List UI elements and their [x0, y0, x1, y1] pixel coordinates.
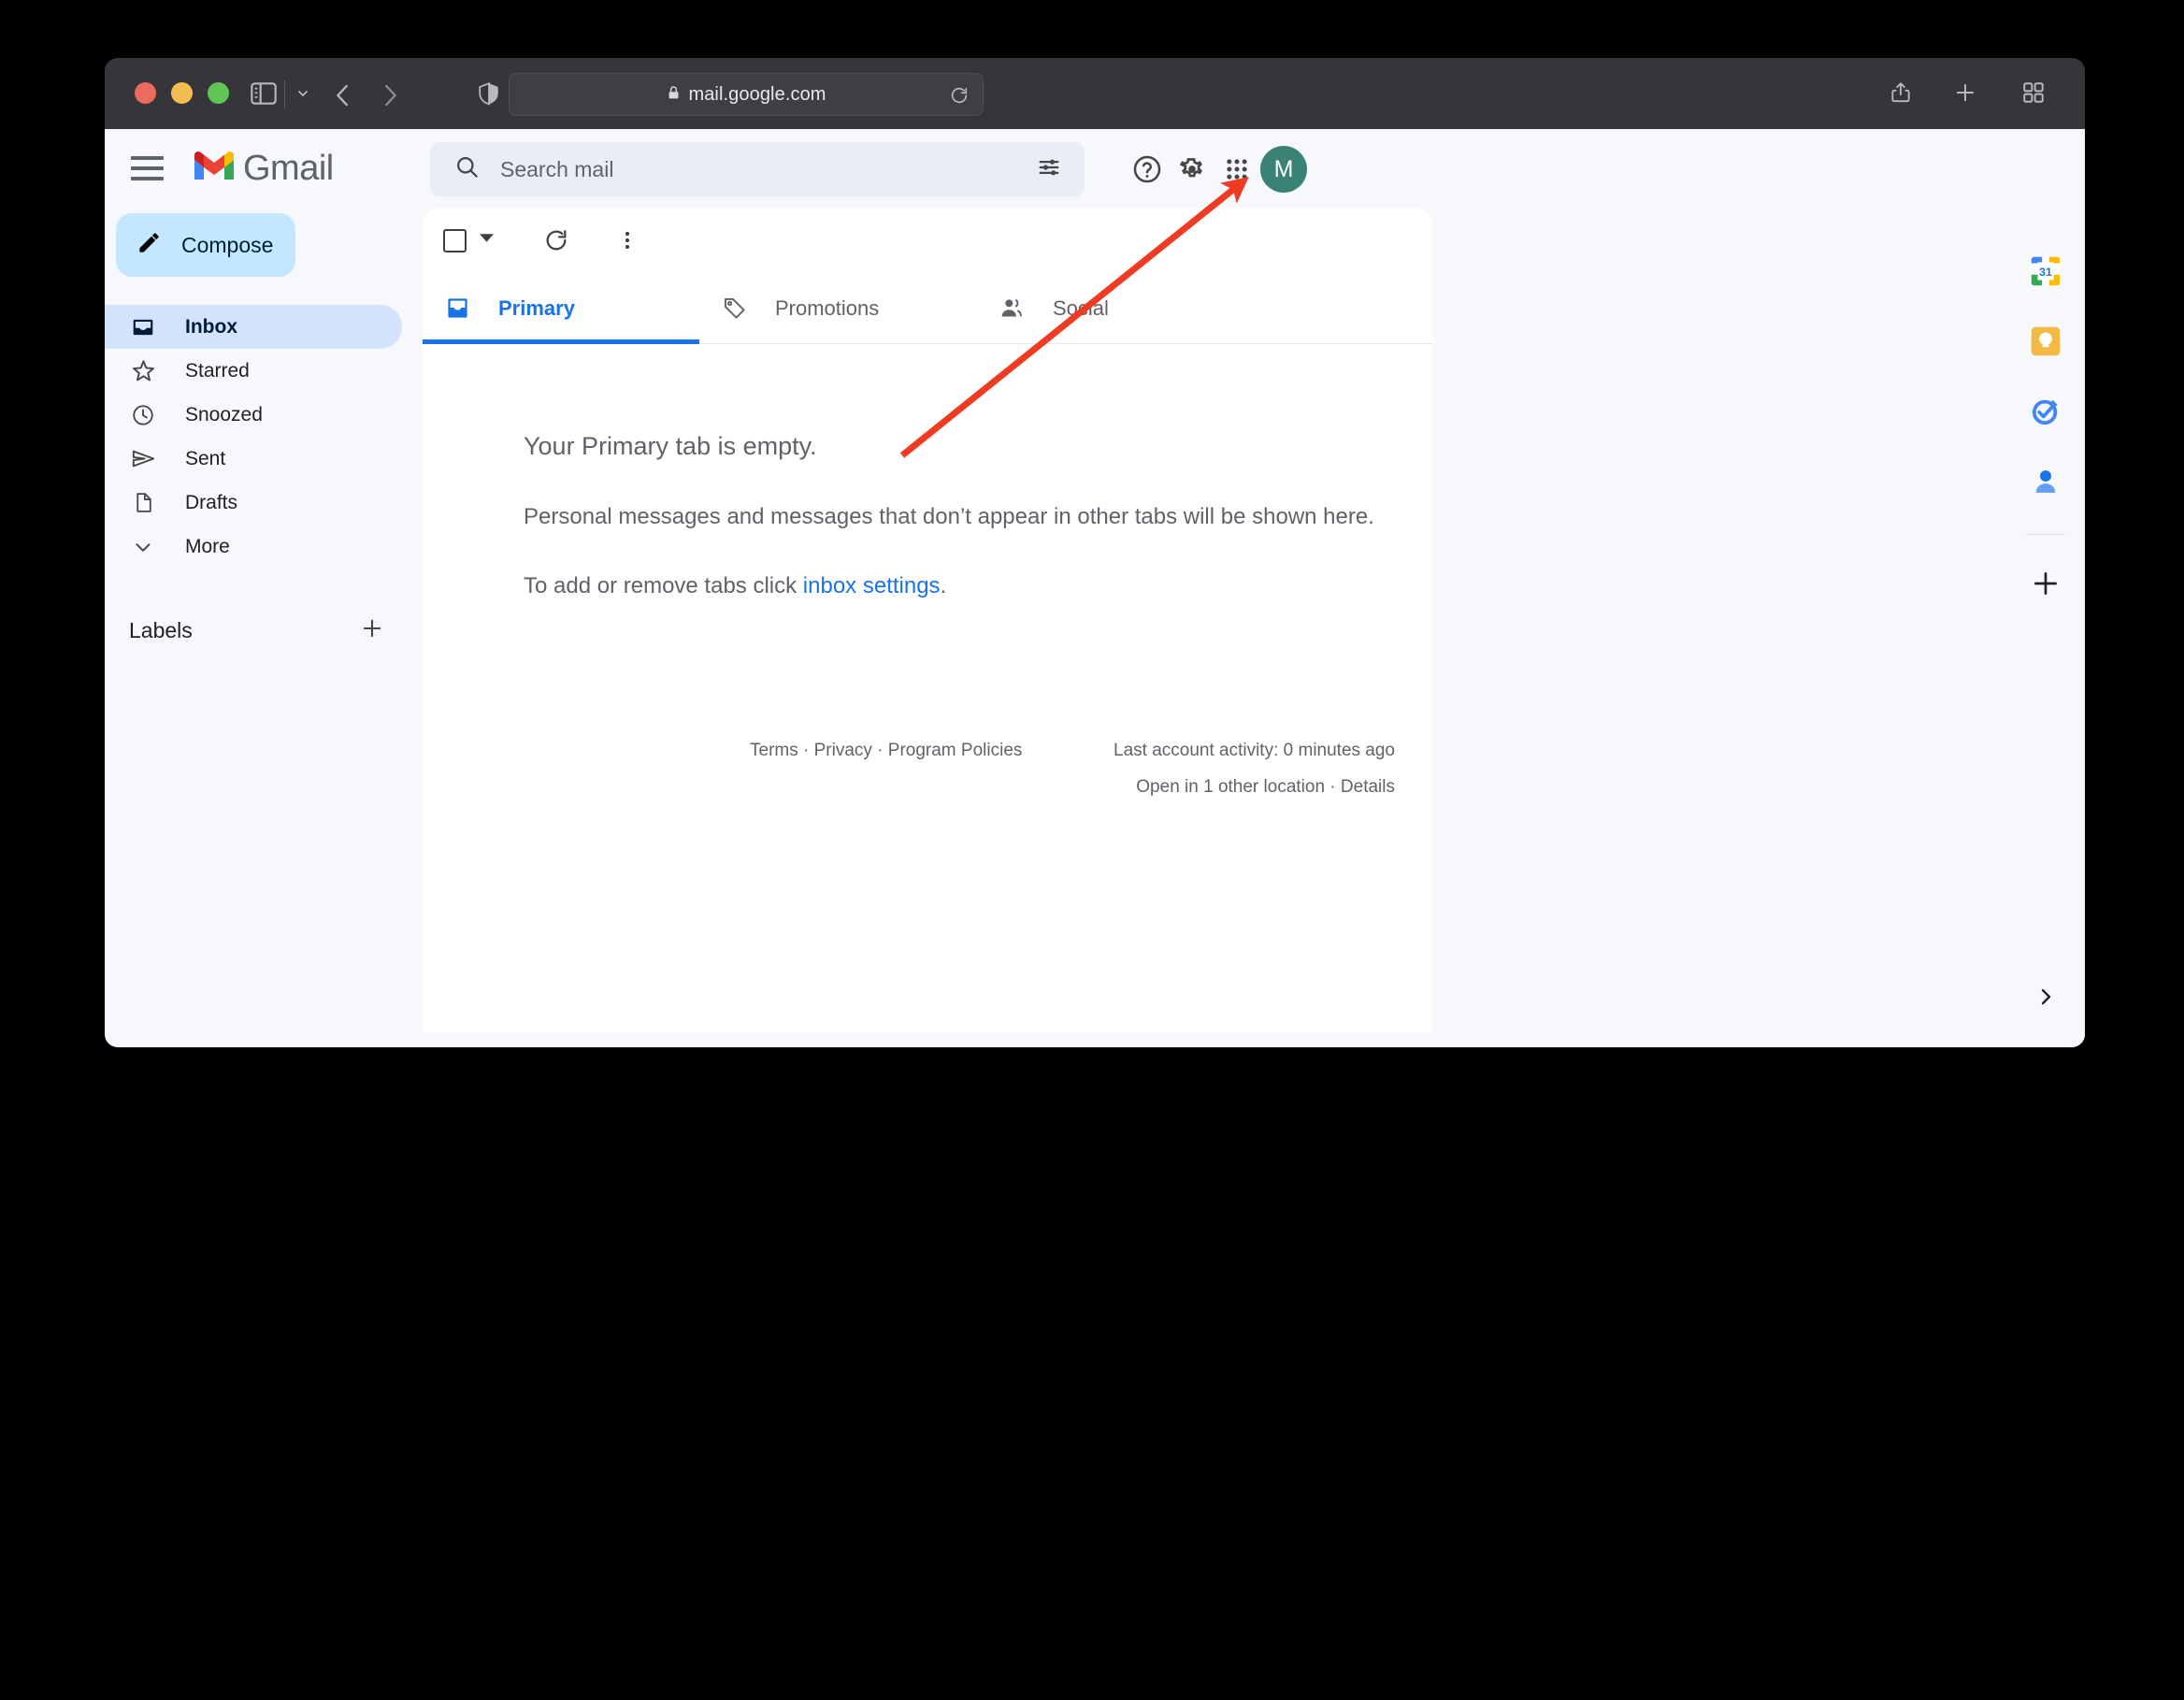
google-calendar-icon[interactable]: 31 — [2021, 247, 2070, 295]
empty-state-description: Personal messages and messages that don’… — [524, 504, 1374, 529]
empty-state-hint-prefix: To add or remove tabs click — [524, 573, 803, 598]
page-title: Gmail — [243, 149, 334, 188]
compose-label: Compose — [181, 232, 274, 257]
footer-legal-links[interactable]: Terms · Privacy · Program Policies — [750, 741, 1022, 761]
labels-title: Labels — [129, 617, 193, 642]
mail-tabs: Primary Promotions Social — [423, 273, 1432, 344]
sidebar-item-drafts[interactable]: Drafts — [105, 481, 423, 525]
empty-state: Your Primary tab is empty. Personal mess… — [423, 344, 1432, 599]
more-vertical-icon[interactable] — [616, 227, 639, 253]
sidebar-item-sent[interactable]: Sent — [105, 437, 423, 481]
tab-label: Promotions — [775, 295, 880, 320]
minimize-window-button[interactable] — [171, 82, 193, 104]
sidebar-nav: Inbox Starred Snoozed Sent Drafts More — [105, 305, 423, 569]
sidebar-item-label: More — [185, 535, 230, 557]
gmail-app: Gmail Search mail M Compose Inbox Starre… — [105, 129, 2085, 1047]
panel-divider — [2025, 534, 2065, 535]
tab-promotions[interactable]: Promotions — [699, 273, 976, 343]
inbox-tab-icon — [445, 295, 470, 321]
tab-overview-icon[interactable] — [2021, 80, 2046, 109]
search-bar[interactable] — [430, 142, 1085, 196]
search-input[interactable] — [500, 156, 1036, 182]
lock-icon — [666, 83, 682, 107]
draft-icon — [129, 491, 157, 514]
inbox-icon — [129, 315, 157, 339]
expand-panel-button[interactable] — [2021, 972, 2070, 1021]
open-locations[interactable]: Open in 1 other location · Details — [1114, 777, 1395, 798]
browser-toolbar: mail.google.com — [105, 58, 2085, 129]
svg-text:31: 31 — [2039, 266, 2052, 279]
caret-down-icon[interactable] — [479, 232, 495, 249]
reload-icon[interactable] — [949, 85, 970, 110]
google-keep-icon[interactable] — [2021, 317, 2070, 366]
settings-button[interactable] — [1172, 150, 1212, 189]
sidebar-item-snoozed[interactable]: Snoozed — [105, 393, 423, 437]
google-tasks-icon[interactable] — [2021, 387, 2070, 436]
window-controls — [135, 82, 229, 104]
compose-button[interactable]: Compose — [116, 213, 295, 277]
send-icon — [129, 446, 157, 471]
last-account-activity: Last account activity: 0 minutes ago — [1114, 741, 1395, 760]
share-icon[interactable] — [1889, 78, 1913, 112]
search-icon — [454, 154, 480, 184]
sidebar-item-starred[interactable]: Starred — [105, 349, 423, 393]
shield-icon[interactable] — [477, 79, 501, 113]
google-contacts-icon[interactable] — [2021, 457, 2070, 506]
side-app-panel: 31 — [2005, 208, 2085, 1047]
tab-label: Primary — [498, 295, 575, 320]
new-tab-icon[interactable] — [1952, 79, 1978, 111]
maximize-window-button[interactable] — [208, 82, 229, 104]
refresh-button[interactable] — [543, 227, 569, 253]
select-all-control[interactable] — [443, 228, 495, 252]
star-icon — [129, 358, 157, 383]
tab-label: Social — [1053, 295, 1109, 320]
chevron-down-icon[interactable] — [295, 86, 311, 106]
sidebar-item-label: Starred — [185, 359, 250, 382]
sidebar: Compose Inbox Starred Snoozed Sent Draft… — [105, 208, 423, 1047]
tab-primary[interactable]: Primary — [423, 273, 699, 344]
tab-social[interactable]: Social — [976, 273, 1253, 343]
sidebar-item-label: Snoozed — [185, 403, 263, 425]
mail-list-panel: Primary Promotions Social Your Primary t… — [423, 208, 1432, 1032]
clock-icon — [129, 403, 157, 427]
google-apps-button[interactable] — [1217, 150, 1257, 189]
add-app-button[interactable] — [2021, 559, 2070, 608]
create-label-button[interactable] — [359, 615, 385, 646]
empty-state-hint-suffix: . — [940, 573, 947, 598]
empty-state-hint: To add or remove tabs click inbox settin… — [524, 573, 1432, 599]
tune-icon[interactable] — [1036, 154, 1062, 185]
forward-arrow-icon[interactable] — [376, 80, 404, 115]
close-window-button[interactable] — [135, 82, 156, 104]
empty-state-title: Your Primary tab is empty. — [524, 432, 817, 460]
gmail-logo — [192, 148, 237, 188]
sidebar-item-label: Inbox — [185, 315, 237, 338]
chevron-down-icon — [129, 535, 157, 559]
people-icon — [999, 295, 1025, 321]
hamburger-icon[interactable] — [131, 151, 172, 186]
address-bar[interactable]: mail.google.com — [509, 73, 984, 116]
help-button[interactable] — [1128, 150, 1167, 189]
gmail-header: Gmail Search mail M — [105, 129, 2085, 208]
sidebar-toggle-icon[interactable] — [248, 79, 280, 113]
toolbar-divider — [284, 80, 285, 108]
avatar[interactable]: M — [1260, 146, 1307, 193]
sidebar-item-more[interactable]: More — [105, 525, 423, 569]
sidebar-item-label: Sent — [185, 447, 226, 469]
checkbox-icon[interactable] — [443, 228, 467, 252]
url-text: mail.google.com — [688, 83, 826, 105]
labels-section-header: Labels — [105, 608, 402, 653]
sidebar-item-inbox[interactable]: Inbox — [105, 305, 402, 349]
inbox-settings-link[interactable]: inbox settings — [803, 573, 941, 598]
footer-account-activity: Last account activity: 0 minutes ago Ope… — [1114, 741, 1395, 798]
back-arrow-icon[interactable] — [329, 80, 357, 115]
sidebar-item-label: Drafts — [185, 491, 238, 513]
tag-icon — [722, 295, 747, 321]
pencil-icon — [136, 230, 162, 260]
mail-toolbar — [423, 208, 1432, 273]
browser-window: mail.google.com Gmail Search mail M Comp… — [105, 58, 2085, 1047]
